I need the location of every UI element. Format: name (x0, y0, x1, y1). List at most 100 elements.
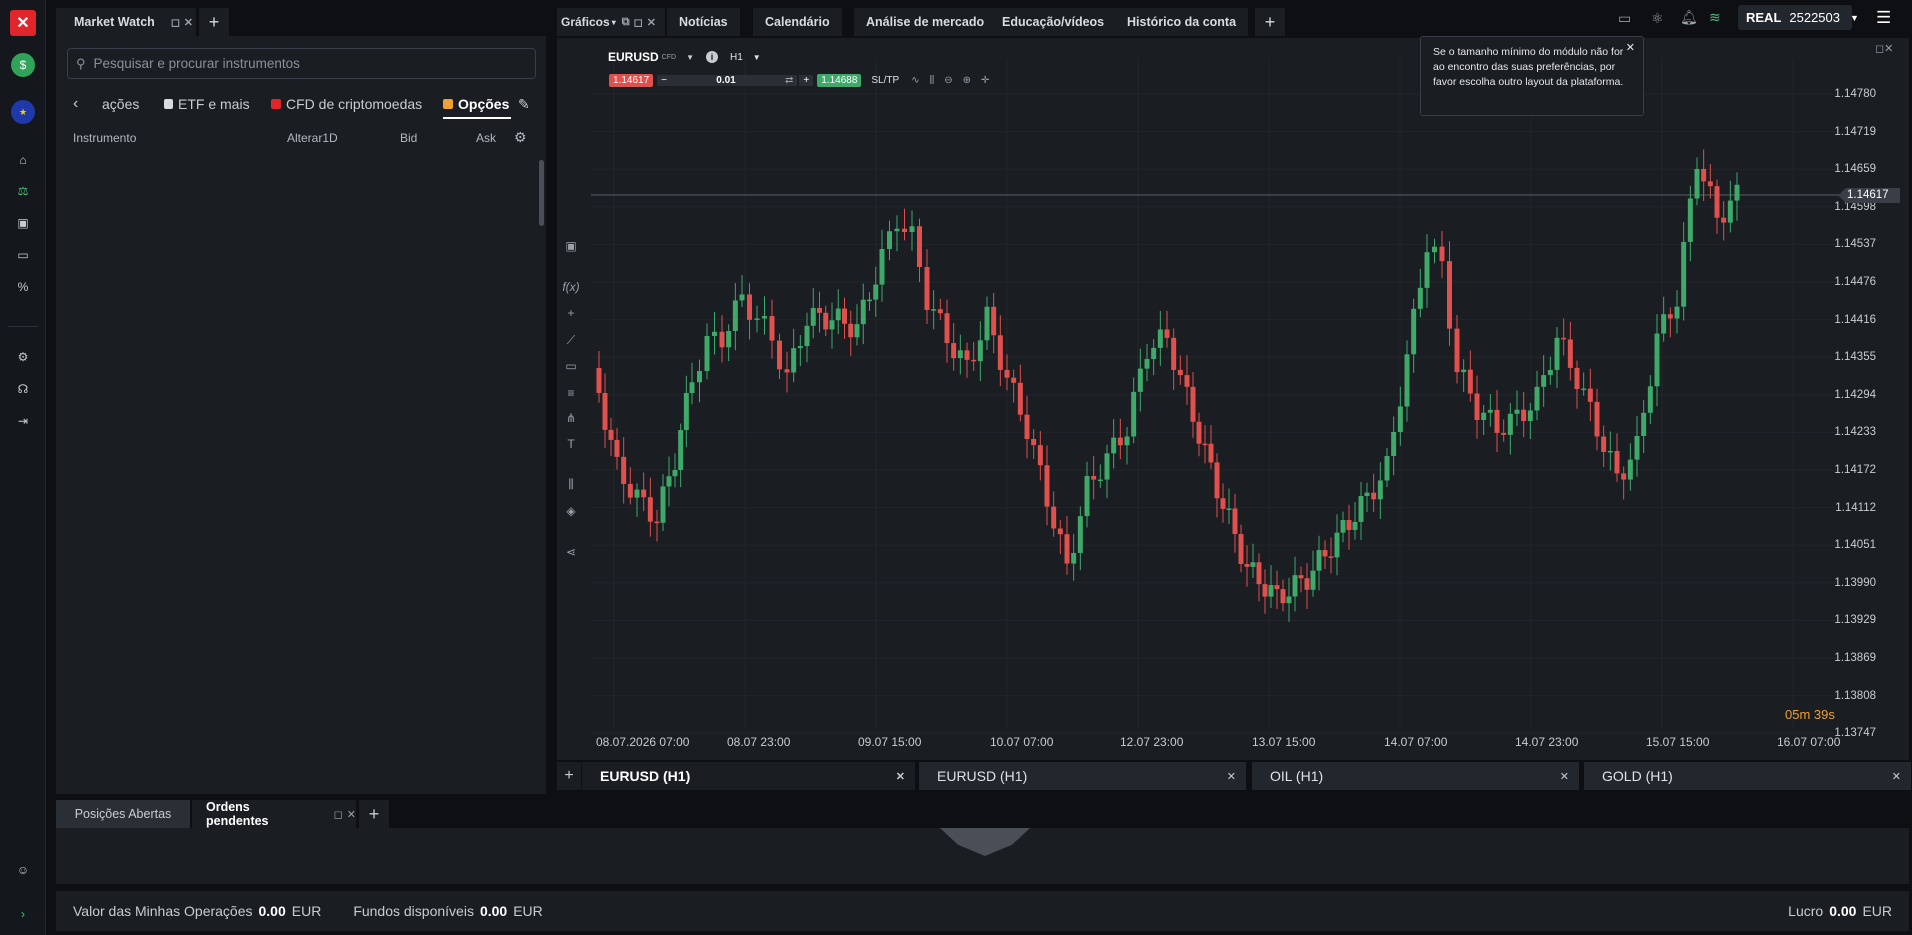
swap-icon[interactable]: ⇄ (781, 75, 798, 86)
footer-bar: Valor das Minhas Operações 0.00 EUR Fund… (56, 891, 1909, 931)
chart-tab[interactable]: GOLD (H1) ✕ (1584, 762, 1911, 790)
close-icon[interactable]: ✕ (1560, 770, 1569, 783)
percent-icon[interactable]: % (12, 276, 34, 298)
menu-icon[interactable]: ☰ (1876, 8, 1891, 28)
layout-icon[interactable]: ▭ (1618, 10, 1631, 27)
fibonacci-tool-icon[interactable]: ≡ (562, 384, 580, 402)
cursor-tool-icon[interactable]: ▣ (562, 237, 580, 255)
tab-dropdown-icon[interactable]: ▾ (612, 18, 616, 27)
category-tab-options[interactable]: Opções (443, 94, 509, 114)
lot-decrement[interactable]: − (657, 75, 671, 86)
zoom-out-icon[interactable]: ⊖ (944, 75, 952, 86)
search-field[interactable]: ⚲ (67, 48, 536, 79)
timeframe-selector[interactable]: H1 ▼ (730, 52, 761, 63)
pitchfork-tool-icon[interactable]: ⋔ (562, 409, 580, 427)
markets-icon[interactable]: ⚖ (12, 180, 34, 202)
close-icon[interactable]: ✕ (1227, 770, 1236, 783)
chart-tab[interactable]: EURUSD (H1) ✕ (919, 762, 1246, 790)
measure-tool-icon[interactable]: ⫼ (562, 475, 580, 493)
candle-body (1674, 306, 1680, 319)
user-icon[interactable]: ☺ (12, 859, 34, 881)
close-icon[interactable]: ✕ (347, 808, 356, 821)
col-change[interactable]: Alterar1D (287, 131, 338, 145)
candle-body (704, 335, 710, 372)
lot-increment[interactable]: + (799, 75, 814, 86)
maximize-icon[interactable]: ◻ (634, 16, 643, 29)
wallet-icon[interactable]: $ (11, 53, 35, 77)
tab-pending-orders[interactable]: Ordens pendentes ◻ ✕ (192, 800, 356, 828)
zoom-in-icon[interactable]: ⊕ (963, 75, 971, 86)
tab-charts[interactable]: Gráficos ▾ ⧉ ◻ ✕ (557, 8, 665, 36)
candles-icon[interactable]: ⫼ (930, 75, 935, 86)
share-tool-icon[interactable]: ⋖ (562, 543, 580, 561)
tab-market-watch-label: Market Watch (74, 15, 155, 29)
chart-tab[interactable]: OIL (H1) ✕ (1252, 762, 1579, 790)
category-tab-crypto[interactable]: CFD de criptomoedas (271, 94, 422, 114)
close-icon[interactable]: ✕ (1626, 41, 1635, 56)
portfolio-icon[interactable]: ▣ (12, 212, 34, 234)
candle-body (1534, 386, 1540, 411)
category-tab-stocks[interactable]: ações (102, 94, 139, 114)
categories-prev-arrow[interactable]: ‹ (73, 94, 78, 114)
add-tab-button[interactable]: + (199, 8, 229, 36)
indicator-fx-icon[interactable]: f(x) (562, 278, 580, 296)
card-icon[interactable]: ▭ (12, 244, 34, 266)
support-icon[interactable]: ☊ (12, 378, 34, 400)
crosshair-icon[interactable]: ✛ (981, 75, 989, 86)
col-ask[interactable]: Ask (476, 131, 496, 145)
lot-input[interactable]: 0.01 (671, 75, 781, 86)
edit-pencil-icon[interactable]: ✎ (518, 94, 530, 114)
sell-button[interactable]: 1.14617 (609, 74, 654, 87)
close-icon[interactable]: ✕ (647, 16, 656, 29)
profit-label: Lucro (1788, 903, 1824, 919)
chart-tab[interactable]: EURUSD (H1) ✕ (582, 762, 915, 790)
tab-market-watch[interactable]: Market Watch ◻ ✕ (56, 8, 196, 36)
close-icon[interactable]: ✕ (184, 16, 193, 29)
account-selector[interactable]: REAL 2522503 ▼ (1738, 5, 1859, 30)
add-chart-button[interactable]: + (557, 762, 581, 790)
candle-body (1190, 386, 1196, 422)
network-icon[interactable]: ⚛ (1651, 10, 1664, 27)
settings-icon[interactable]: ⚙ (12, 346, 34, 368)
bell-icon[interactable]: 🔔︎ (1680, 9, 1698, 26)
chart-maximize-icon[interactable]: ◻✕ (1875, 42, 1893, 55)
add-tab-button[interactable]: + (1255, 8, 1285, 36)
col-bid[interactable]: Bid (400, 131, 417, 145)
maximize-icon[interactable]: ◻ (334, 808, 343, 821)
trendline-tool-icon[interactable]: ⟋ (562, 331, 580, 349)
col-instrument[interactable]: Instrumento (73, 131, 136, 145)
tab-open-positions[interactable]: Posições Abertas (56, 800, 190, 828)
close-icon[interactable]: ✕ (1892, 770, 1901, 783)
sltp-button[interactable]: SL/TP (871, 75, 899, 86)
line-chart-icon[interactable]: ∿ (911, 75, 919, 86)
close-icon[interactable]: ✕ (896, 770, 905, 783)
candlestick-chart[interactable] (557, 38, 1909, 760)
chevron-down-icon[interactable]: ▼ (686, 53, 694, 62)
maximize-icon[interactable]: ◻ (171, 16, 180, 29)
layers-tool-icon[interactable]: ◈ (562, 502, 580, 520)
crosshair-tool-icon[interactable]: + (562, 304, 580, 322)
category-tab-etf[interactable]: ETF e mais (164, 94, 250, 114)
tab-calendar[interactable]: Calendário (753, 8, 842, 36)
home-icon[interactable]: ⌂ (12, 149, 34, 171)
chart-symbol[interactable]: EURUSD CFD ▼ i H1 ▼ (608, 50, 761, 64)
tab-education[interactable]: Educação/vídeos (990, 8, 1117, 36)
tab-market-analysis[interactable]: Análise de mercado (854, 8, 997, 36)
xtb-logo-icon[interactable]: ✕ (10, 10, 36, 36)
info-icon[interactable]: i (705, 51, 718, 63)
candle-body (1268, 585, 1274, 597)
expand-chevron-icon[interactable]: › (12, 903, 34, 925)
account-flag-icon[interactable]: ★ (11, 100, 35, 124)
tab-news[interactable]: Notícias (667, 8, 740, 36)
crypto-icon (271, 99, 281, 109)
rectangle-tool-icon[interactable]: ▭ (562, 357, 580, 375)
buy-button[interactable]: 1.14688 (817, 74, 862, 87)
logout-icon[interactable]: ⇥ (12, 410, 34, 432)
list-scrollbar[interactable] (539, 160, 544, 226)
columns-settings-icon[interactable]: ⚙ (514, 129, 527, 146)
add-tab-button[interactable]: + (359, 800, 389, 828)
text-tool-icon[interactable]: T (562, 435, 580, 453)
search-input[interactable] (93, 56, 494, 71)
tab-account-history[interactable]: Histórico da conta (1115, 8, 1249, 36)
popout-icon[interactable]: ⧉ (622, 16, 630, 29)
